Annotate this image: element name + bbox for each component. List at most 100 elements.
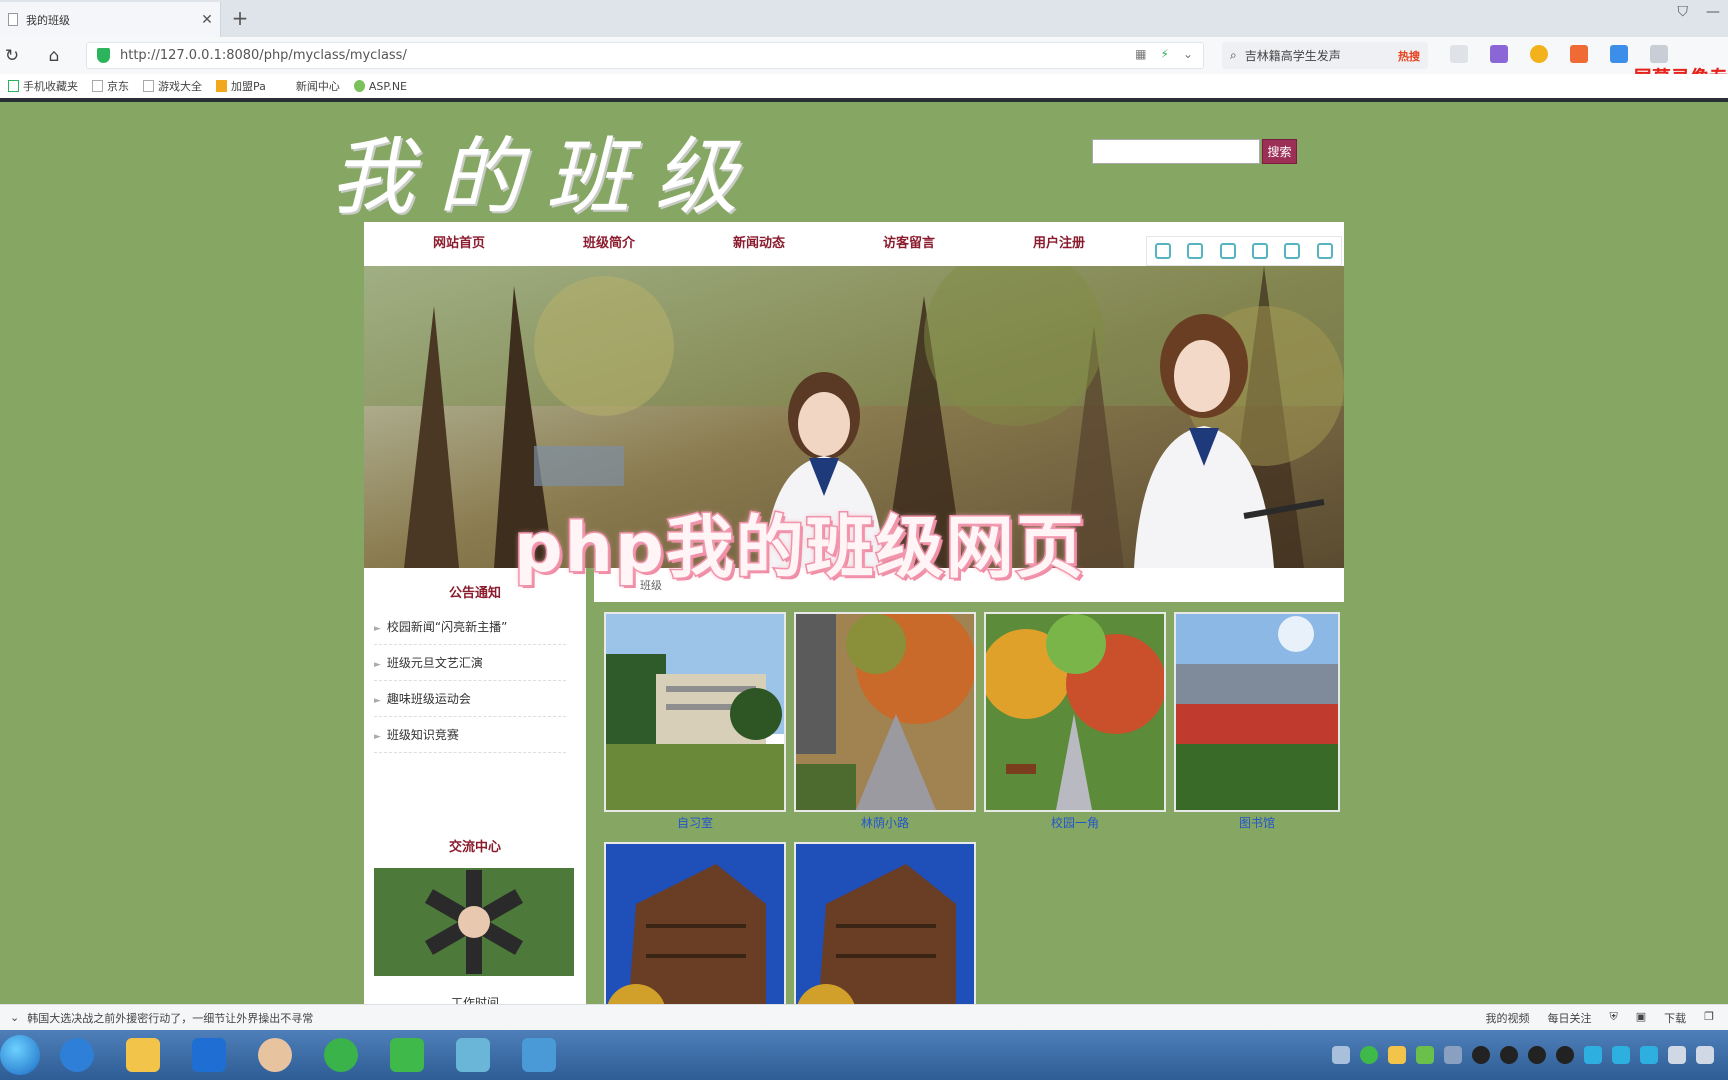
share-icon[interactable] [1284,243,1301,259]
gallery-photo[interactable]: 图书馆 [1174,612,1340,831]
extension-shield-icon[interactable] [1530,45,1548,63]
news-ticker[interactable]: 韩国大选决战之前外援密行动了，一细节让外界操出不寻常 [27,1010,1485,1026]
start-button[interactable] [0,1035,40,1075]
notice-item[interactable]: ► 班级知识竞赛 [374,717,566,753]
gallery-photo[interactable] [794,842,976,1004]
page-icon [143,80,154,92]
computer-icon [522,1038,556,1072]
video-tool-icon[interactable] [1187,243,1204,259]
tray-app-icon[interactable] [1444,1046,1462,1064]
bookmark-item[interactable]: ASP.NE [353,80,407,93]
browser-e-icon [324,1038,358,1072]
wechat-icon [390,1038,424,1072]
page-viewport: 我的班级 搜索 网站首页 班级简介 新闻动态 访客留言 用户注册 php我的班级… [0,102,1728,1004]
bookmark-item[interactable]: 加盟Pa [216,78,266,94]
home-icon[interactable]: ⌂ [42,44,66,68]
gallery-photo[interactable] [604,842,786,1004]
taskbar-app[interactable] [510,1032,568,1078]
video-toolbar [1146,236,1342,266]
save-icon[interactable] [1252,243,1269,259]
chevron-down-icon[interactable]: ⌄ [1183,47,1193,61]
tray-app-icon[interactable] [1612,1046,1630,1064]
magnifier-icon[interactable] [1610,45,1628,63]
video-tool-icon[interactable] [1155,243,1172,259]
nav-news[interactable]: 新闻动态 [704,222,814,266]
network-icon[interactable] [1668,1046,1686,1064]
bookmarks-bar: 手机收藏夹 京东 游戏大全 加盟Pa 新闻中心 ASP.NE [0,74,1728,102]
taskbar-ie[interactable] [48,1032,106,1078]
shirt-icon[interactable]: ⛉ [1678,4,1689,20]
photo-frame [794,612,976,812]
daily-focus-link[interactable]: 每日关注 [1547,1010,1591,1026]
qq-icon[interactable] [1500,1046,1518,1064]
window-icon[interactable]: ❐ [1704,1010,1714,1026]
fullscreen-icon[interactable] [1219,243,1236,259]
qq-icon[interactable] [1472,1046,1490,1064]
tray-app-icon[interactable] [1640,1046,1658,1064]
nav-class-intro[interactable]: 班级简介 [554,222,664,266]
keyboard-icon[interactable] [1332,1046,1350,1064]
bookmark-item[interactable]: 手机收藏夹 [8,78,78,94]
nav-guestbook[interactable]: 访客留言 [854,222,964,266]
scissors-icon[interactable] [1450,45,1468,63]
work-time-label: 工作时间 [450,996,499,1004]
bullet-icon: ► [374,660,381,670]
taskbar-browser[interactable] [312,1032,370,1078]
taskbar-explorer[interactable] [114,1032,172,1078]
taskbar-app[interactable] [444,1032,502,1078]
notice-item[interactable]: ► 趣味班级运动会 [374,681,566,717]
settings-icon[interactable] [1316,243,1333,259]
bookmark-logo-icon [216,80,227,92]
shield-icon[interactable]: ⛨ [1609,1010,1617,1026]
url-text: http://127.0.0.1:8080/php/myclass/myclas… [120,48,407,63]
my-video-link[interactable]: 我的视频 [1485,1010,1529,1026]
taskbar-app[interactable] [180,1032,238,1078]
grid-icon[interactable] [1650,45,1668,63]
site-search-button[interactable]: 搜索 [1262,139,1297,164]
gallery-photo[interactable]: 校园一角 [984,612,1166,831]
gallery-photo[interactable]: 自习室 [604,612,786,831]
exchange-panel: 交流中心 工作时间 [364,820,586,1004]
volume-icon[interactable] [1696,1046,1714,1064]
browser-tab[interactable]: 我的班级 ✕ [0,2,221,37]
tray-app-icon[interactable] [1416,1046,1434,1064]
search-suggestion: 吉林籍高学生发声 [1244,49,1341,63]
qr-code-icon[interactable]: ▦ [1135,47,1146,61]
qq-icon[interactable] [1556,1046,1574,1064]
page-icon [8,13,18,26]
lightning-icon[interactable]: ⚡ [1161,47,1169,61]
bookmark-item[interactable]: 游戏大全 [143,78,202,94]
chevron-down-icon[interactable]: ⌄ [10,1011,19,1024]
minimize-icon[interactable]: — [1706,4,1720,20]
gallery-photo[interactable]: 林荫小路 [794,612,976,831]
secure-shield-icon [97,48,110,63]
notice-item[interactable]: ► 校园新闻“闪亮新主播” [374,609,566,645]
reload-icon[interactable]: ↻ [0,44,24,68]
url-field[interactable]: http://127.0.0.1:8080/php/myclass/myclas… [86,42,1204,69]
browser-search-box[interactable]: ⌕ 吉林籍高学生发声 热搜 [1222,42,1428,69]
close-tab-icon[interactable]: ✕ [194,12,220,28]
campus-corner-photo [986,614,1164,810]
image-icon[interactable]: ▣ [1636,1010,1646,1026]
tray-app-icon[interactable] [1584,1046,1602,1064]
notice-item[interactable]: ► 班级元旦文艺汇演 [374,645,566,681]
taskbar-wechat[interactable] [378,1032,436,1078]
extension-purple-icon[interactable] [1490,45,1508,63]
bookmark-item[interactable]: 新闻中心 [296,78,340,94]
photo-caption[interactable]: 校园一角 [984,814,1166,831]
game-icon[interactable] [1570,45,1588,63]
hot-search-badge[interactable]: 热搜 [1398,48,1420,64]
qq-icon[interactable] [1528,1046,1546,1064]
bookmark-item[interactable]: 京东 [92,78,129,94]
nav-home[interactable]: 网站首页 [404,222,514,266]
site-search-input[interactable] [1092,139,1260,164]
nav-register[interactable]: 用户注册 [1004,222,1114,266]
download-link[interactable]: 下载 [1664,1010,1686,1026]
taskbar-app[interactable] [246,1032,304,1078]
tray-app-icon[interactable] [1388,1046,1406,1064]
photo-caption[interactable]: 自习室 [604,814,786,831]
photo-caption[interactable]: 林荫小路 [794,814,976,831]
new-tab-button[interactable]: + [228,6,252,30]
photo-caption[interactable]: 图书馆 [1174,814,1340,831]
wechat-tray-icon[interactable] [1360,1046,1378,1064]
